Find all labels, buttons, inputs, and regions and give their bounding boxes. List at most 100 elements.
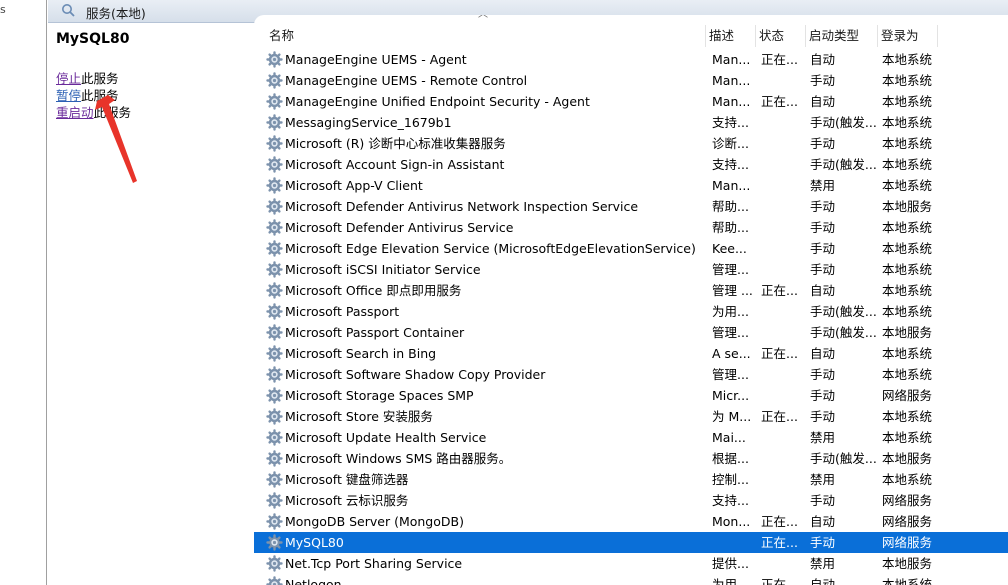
service-startup-cell: 手动(触发... <box>810 115 877 130</box>
service-row[interactable]: Microsoft Software Shadow Copy Provider 管… <box>254 364 1008 385</box>
service-status-cell <box>761 196 805 217</box>
service-description-cell <box>712 532 756 553</box>
service-gear-icon <box>266 114 283 131</box>
service-startup-cell: 自动 <box>810 346 836 361</box>
column-startup-header[interactable]: 启动类型 <box>806 25 878 47</box>
sort-ascending-icon[interactable]: ︿ <box>478 15 488 20</box>
service-logon-cell: 本地系统 <box>882 283 933 298</box>
service-status-cell <box>761 364 805 385</box>
service-row[interactable]: Microsoft Account Sign-in Assistant 支持...… <box>254 154 1008 175</box>
service-status-cell <box>761 385 805 406</box>
service-startup-cell: 手动(触发... <box>810 451 877 466</box>
service-row[interactable]: Microsoft Passport 为用... 手动(触发... 本地系统 <box>254 301 1008 322</box>
service-description-cell: Man... <box>712 178 751 193</box>
service-row[interactable]: Microsoft Passport Container 管理... 手动(触发..… <box>254 322 1008 343</box>
service-name-cell: Net.Tcp Port Sharing Service <box>285 556 463 571</box>
column-name-header[interactable]: 名称 <box>266 25 706 47</box>
service-logon-cell: 本地系统 <box>882 52 933 67</box>
service-startup-cell: 自动 <box>810 94 836 109</box>
service-status-cell <box>761 322 805 343</box>
service-logon-cell: 本地系统 <box>882 367 933 382</box>
service-gear-icon <box>266 576 283 585</box>
service-row[interactable]: Microsoft Defender Antivirus Service 帮助..… <box>254 217 1008 238</box>
service-status-cell <box>761 154 805 175</box>
service-name-cell: Microsoft Passport Container <box>285 325 465 340</box>
service-startup-cell: 手动 <box>810 73 836 88</box>
service-row[interactable]: Microsoft Search in Bing A se... 正在... 自动 本地… <box>254 343 1008 364</box>
service-logon-cell: 本地系统 <box>882 430 933 445</box>
service-row[interactable]: ManageEngine UEMS - Agent Man... 正在... 自动 本地… <box>254 49 1008 70</box>
column-logon-header[interactable]: 登录为 <box>878 25 938 47</box>
service-gear-icon <box>266 303 283 320</box>
service-row[interactable]: Netlogon 为用... 正在... 自动 本地系统 <box>254 574 1008 585</box>
service-startup-cell: 手动 <box>810 262 836 277</box>
service-row[interactable]: Net.Tcp Port Sharing Service 提供... 禁用 本地服务 <box>254 553 1008 574</box>
service-gear-icon <box>266 366 283 383</box>
column-desc-header[interactable]: 描述 <box>706 25 756 47</box>
service-description-cell: 帮助... <box>712 220 749 235</box>
service-name-cell: ManageEngine UEMS - Agent <box>285 52 467 67</box>
service-row[interactable]: Microsoft Storage Spaces SMP Micr... 手动 网络服… <box>254 385 1008 406</box>
service-logon-cell: 本地服务 <box>882 325 933 340</box>
service-row[interactable]: Microsoft Windows SMS 路由器服务。 根据... 手动(触发..… <box>254 448 1008 469</box>
left-tree-pane: s <box>0 0 47 585</box>
service-startup-cell: 禁用 <box>810 472 836 487</box>
action-suffix: 此服务 <box>81 71 119 86</box>
service-logon-cell: 本地系统 <box>882 262 933 277</box>
service-gear-icon <box>266 555 283 572</box>
service-row[interactable]: ManageEngine Unified Endpoint Security -… <box>254 91 1008 112</box>
service-description-cell: Mon... <box>712 514 751 529</box>
service-name-cell: Microsoft Defender Antivirus Network Ins… <box>285 199 639 214</box>
service-row[interactable]: Microsoft Defender Antivirus Network Ins… <box>254 196 1008 217</box>
service-row[interactable]: Microsoft iSCSI Initiator Service 管理... 手动… <box>254 259 1008 280</box>
column-status-header[interactable]: 状态 <box>756 25 806 47</box>
pause-service-link[interactable]: 暂停 <box>56 88 81 103</box>
service-startup-cell: 手动 <box>810 535 836 550</box>
service-description-cell: 支持... <box>712 493 749 508</box>
service-startup-cell: 禁用 <box>810 556 836 571</box>
service-row[interactable]: Microsoft Store 安装服务 为 M... 正在... 手动 本地系统 <box>254 406 1008 427</box>
service-name-cell: MySQL80 <box>285 535 344 550</box>
service-status-cell: 正在... <box>761 94 798 109</box>
service-name-cell: Microsoft 键盘筛选器 <box>285 472 409 487</box>
service-gear-icon <box>266 93 283 110</box>
service-logon-cell: 本地系统 <box>882 157 933 172</box>
service-description-cell: Man... <box>712 94 751 109</box>
service-logon-cell: 本地系统 <box>882 73 933 88</box>
action-suffix: 此服务 <box>93 105 132 120</box>
service-row[interactable]: Microsoft 键盘筛选器 控制... 禁用 本地系统 <box>254 469 1008 490</box>
stop-service-link[interactable]: 停止 <box>56 71 81 86</box>
service-name-cell: Microsoft (R) 诊断中心标准收集器服务 <box>285 136 506 151</box>
service-startup-cell: 手动 <box>810 493 836 508</box>
service-name-cell: Microsoft Office 即点即用服务 <box>285 283 462 298</box>
service-row[interactable]: ManageEngine UEMS - Remote Control Man...… <box>254 70 1008 91</box>
service-name-cell: Netlogon <box>285 577 342 585</box>
service-status-cell: 正在... <box>761 577 798 585</box>
service-gear-icon <box>266 72 283 89</box>
service-row[interactable]: MySQL80 正在... 手动 网络服务 <box>254 532 1008 553</box>
service-row[interactable]: Microsoft Edge Elevation Service (Micros… <box>254 238 1008 259</box>
service-gear-icon <box>266 345 283 362</box>
service-description-cell: Kee... <box>712 241 747 256</box>
service-gear-icon <box>266 429 283 446</box>
service-status-cell <box>761 112 805 133</box>
service-description-cell: Micr... <box>712 388 750 403</box>
service-logon-cell: 网络服务 <box>882 493 933 508</box>
service-row[interactable]: MessagingService_1679b1 支持... 手动(触发... 本地系统 <box>254 112 1008 133</box>
service-row[interactable]: Microsoft App-V Client Man... 禁用 本地系统 <box>254 175 1008 196</box>
service-description-cell: 支持... <box>712 115 749 130</box>
service-row[interactable]: Microsoft Office 即点即用服务 管理 ... 正在... 自动 本地系统 <box>254 280 1008 301</box>
service-startup-cell: 手动 <box>810 136 836 151</box>
service-row[interactable]: Microsoft 云标识服务 支持... 手动 网络服务 <box>254 490 1008 511</box>
restart-service-link[interactable]: 重启动 <box>56 105 94 120</box>
service-startup-cell: 禁用 <box>810 178 836 193</box>
service-row[interactable]: Microsoft Update Health Service Mai... 禁用 本… <box>254 427 1008 448</box>
service-row[interactable]: MongoDB Server (MongoDB) Mon... 正在... 自动 网络服… <box>254 511 1008 532</box>
service-startup-cell: 手动 <box>810 409 836 424</box>
service-startup-cell: 禁用 <box>810 430 836 445</box>
service-gear-icon <box>266 471 283 488</box>
service-description-cell: Mai... <box>712 430 746 445</box>
service-logon-cell: 网络服务 <box>882 535 933 550</box>
service-logon-cell: 本地服务 <box>882 451 933 466</box>
service-row[interactable]: Microsoft (R) 诊断中心标准收集器服务 诊断... 手动 本地系统 <box>254 133 1008 154</box>
